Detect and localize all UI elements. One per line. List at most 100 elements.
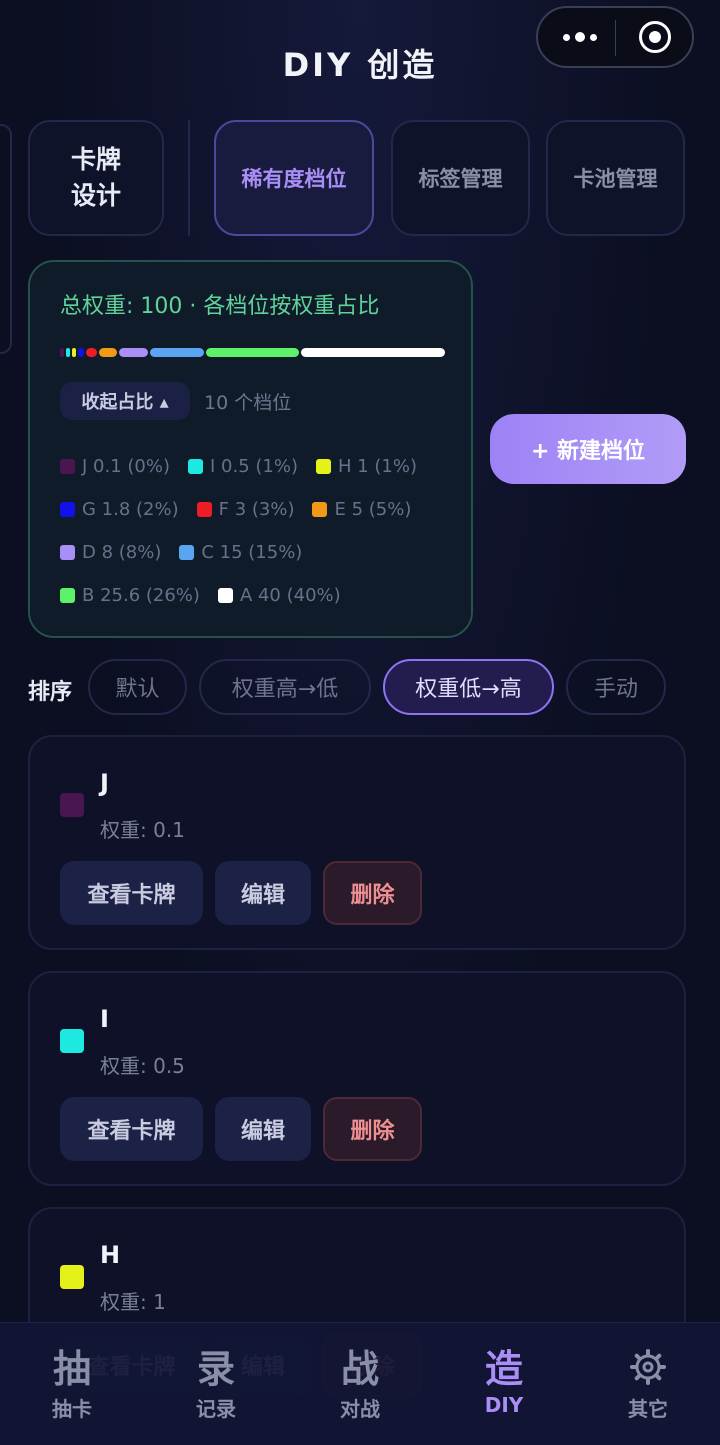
tab-card-design-line1: 卡牌 <box>70 145 121 174</box>
legend-item: D 8 (8%) <box>60 542 161 563</box>
legend-item: F 3 (3%) <box>196 499 295 520</box>
tier-card: I 权重: 0.5 查看卡牌 编辑 删除 <box>28 971 686 1186</box>
legend-label: D 8 (8%) <box>82 542 162 563</box>
legend-row: B 25.6 (26%) A 40 (40%) <box>60 585 359 606</box>
legend-label: A 40 (40%) <box>239 585 341 606</box>
legend-label: F 3 (3%) <box>218 499 295 520</box>
legend-swatch <box>312 502 328 517</box>
delete-button[interactable]: 删除 <box>323 861 422 925</box>
legend-label: H 1 (1%) <box>337 456 417 477</box>
tier-card: J 权重: 0.1 查看卡牌 编辑 删除 <box>28 735 686 950</box>
tier-color-swatch <box>60 1029 84 1053</box>
weight-bar-segment <box>77 348 85 357</box>
weight-bar-segment <box>71 348 76 357</box>
legend-item: H 1 (1%) <box>315 456 417 477</box>
new-tier-button[interactable]: + 新建档位 <box>490 414 686 484</box>
view-cards-button[interactable]: 查看卡牌 <box>60 861 203 925</box>
legend-row: G 1.8 (2%) F 3 (3%) E 5 (5%) <box>60 499 429 520</box>
more-menu-icon[interactable] <box>560 26 600 48</box>
tab-pool-management[interactable]: 卡池管理 <box>546 120 685 236</box>
sort-manual-chip[interactable]: 手动 <box>566 659 666 715</box>
legend-item: G 1.8 (2%) <box>60 499 179 520</box>
legend-label: E 5 (5%) <box>334 499 412 520</box>
weight-bar-segment <box>150 348 205 357</box>
legend-swatch <box>60 545 75 560</box>
nav-label: 记录 <box>196 1397 236 1421</box>
tier-name: H <box>100 1241 121 1269</box>
edit-button[interactable]: 编辑 <box>215 1097 311 1161</box>
legend-label: I 0.5 (1%) <box>209 456 298 477</box>
nav-records[interactable]: 录 记录 <box>144 1323 288 1445</box>
legend-item: I 0.5 (1%) <box>187 456 298 477</box>
side-panel-edge <box>0 124 12 354</box>
legend-swatch <box>60 588 75 603</box>
nav-draw[interactable]: 抽 抽卡 <box>0 1323 144 1445</box>
weight-bar-segment <box>99 348 118 357</box>
legend-item: C 15 (15%) <box>179 542 302 563</box>
gear-icon <box>630 1349 666 1385</box>
weight-bar-segment <box>65 348 70 357</box>
close-target-icon[interactable] <box>639 21 671 53</box>
tab-rarity-tiers[interactable]: 稀有度档位 <box>214 120 374 236</box>
tab-card-design[interactable]: 卡牌 设计 <box>28 120 164 236</box>
legend-swatch <box>187 459 203 474</box>
legend-swatch <box>179 545 195 560</box>
weight-bar-segment <box>300 348 445 357</box>
tab-divider <box>188 120 190 236</box>
diy-icon: 造 <box>484 1347 523 1391</box>
nav-other[interactable]: 其它 <box>576 1323 720 1445</box>
tier-weight: 权重: 0.5 <box>100 1054 185 1078</box>
weight-bar-segment <box>206 348 299 357</box>
sort-weight-asc-chip[interactable]: 权重低→高 <box>383 659 554 715</box>
weight-distribution-bar <box>60 348 445 357</box>
tier-color-swatch <box>60 793 84 817</box>
collapse-ratio-button[interactable]: 收起占比 ▴ <box>60 382 190 420</box>
legend-swatch <box>196 502 212 517</box>
edit-button[interactable]: 编辑 <box>215 861 311 925</box>
tab-card-design-line2: 设计 <box>70 181 121 210</box>
nav-diy[interactable]: 造 DIY <box>432 1323 576 1445</box>
nav-label: 抽卡 <box>52 1397 92 1421</box>
nav-label: DIY <box>484 1393 524 1417</box>
capsule-divider <box>615 20 616 56</box>
view-cards-button[interactable]: 查看卡牌 <box>60 1097 203 1161</box>
delete-button[interactable]: 删除 <box>323 1097 422 1161</box>
weight-bar-segment <box>86 348 98 357</box>
legend-swatch <box>60 459 75 474</box>
bottom-nav: 抽 抽卡 录 记录 战 对战 造 DIY 其它 <box>0 1322 720 1445</box>
tab-tag-management[interactable]: 标签管理 <box>391 120 530 236</box>
legend-label: G 1.8 (2%) <box>82 499 179 520</box>
tier-name: I <box>100 1005 109 1033</box>
tier-color-swatch <box>60 1265 84 1289</box>
draw-icon: 抽 <box>52 1347 91 1391</box>
legend-row: J 0.1 (0%) I 0.5 (1%) H 1 (1%) <box>60 456 435 477</box>
nav-battle[interactable]: 战 对战 <box>288 1323 432 1445</box>
legend-label: B 25.6 (26%) <box>82 585 200 606</box>
legend-swatch <box>60 502 75 517</box>
legend-label: C 15 (15%) <box>201 542 303 563</box>
nav-label: 对战 <box>340 1397 380 1421</box>
weight-summary-card: 总权重: 100 · 各档位按权重占比 收起占比 ▴ 10 个档位 J 0.1 … <box>28 260 473 638</box>
tier-weight: 权重: 1 <box>100 1290 166 1314</box>
battle-icon: 战 <box>340 1347 379 1391</box>
legend-item: J 0.1 (0%) <box>60 456 170 477</box>
legend-swatch <box>315 459 331 474</box>
legend-label: J 0.1 (0%) <box>82 456 170 477</box>
tier-count: 10 个档位 <box>204 392 292 414</box>
tier-weight: 权重: 0.1 <box>100 818 185 842</box>
sort-label: 排序 <box>28 680 73 705</box>
legend-swatch <box>217 588 233 603</box>
legend-item: B 25.6 (26%) <box>60 585 200 606</box>
legend-item: E 5 (5%) <box>312 499 411 520</box>
legend-item: A 40 (40%) <box>217 585 341 606</box>
weight-bar-segment <box>119 348 149 357</box>
nav-label: 其它 <box>628 1397 668 1421</box>
weight-bar-segment <box>60 348 64 357</box>
sort-default-chip[interactable]: 默认 <box>88 659 187 715</box>
tier-name: J <box>100 769 109 797</box>
records-icon: 录 <box>196 1347 235 1391</box>
legend-row: D 8 (8%) C 15 (15%) <box>60 542 320 563</box>
total-weight-text: 总权重: 100 · 各档位按权重占比 <box>60 294 380 319</box>
mini-program-capsule <box>536 6 694 68</box>
sort-weight-desc-chip[interactable]: 权重高→低 <box>199 659 371 715</box>
